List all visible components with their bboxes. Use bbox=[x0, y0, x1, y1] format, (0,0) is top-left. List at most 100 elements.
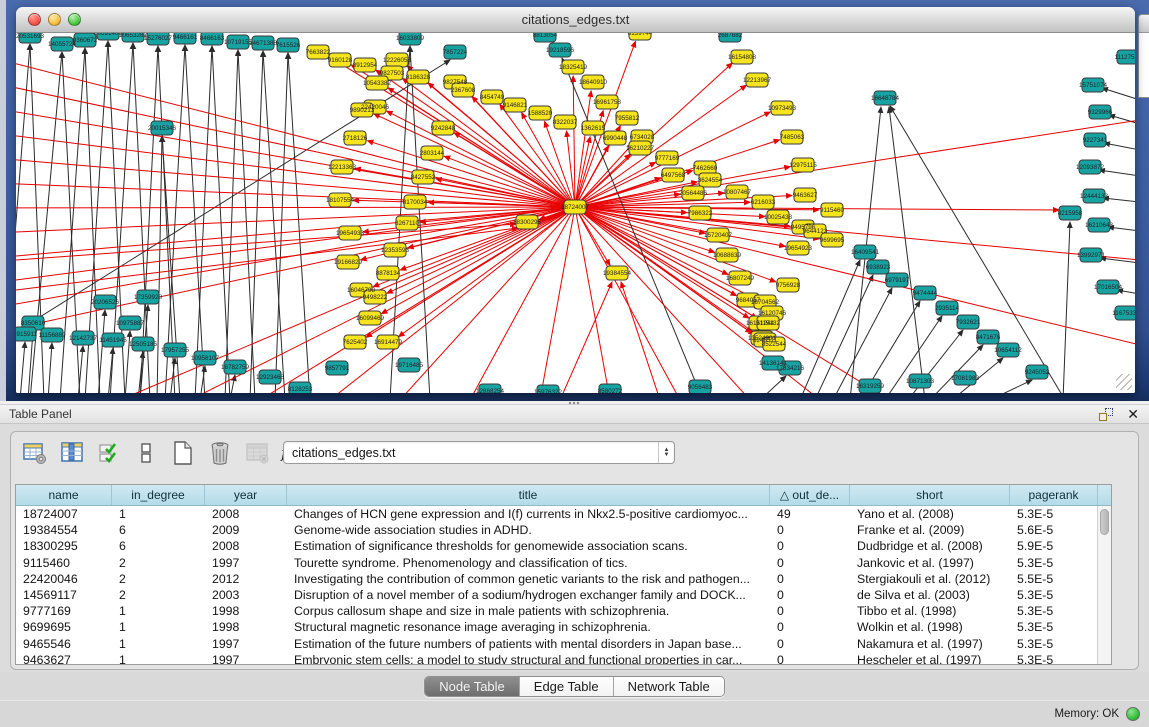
table-cell[interactable]: 2 bbox=[112, 587, 205, 603]
table-cell[interactable]: Dudbridge et al. (2008) bbox=[850, 538, 1010, 554]
graph-edge[interactable] bbox=[760, 376, 786, 393]
delete-button[interactable] bbox=[206, 439, 234, 467]
graph-edge[interactable] bbox=[454, 133, 575, 207]
merge-cells-button[interactable] bbox=[132, 439, 160, 467]
table-cell[interactable]: 18724007 bbox=[16, 506, 112, 522]
table-cell[interactable]: Nakamura et al. (1997) bbox=[850, 636, 1010, 652]
graph-edge[interactable] bbox=[930, 345, 983, 393]
network-canvas[interactable]: 2053169314055724936067220691406106532871… bbox=[16, 33, 1135, 393]
table-cell[interactable]: Franke et al. (2009) bbox=[850, 522, 1010, 538]
table-cell[interactable]: 1997 bbox=[205, 555, 287, 571]
table-row[interactable]: 1456911722003Disruption of a novel membe… bbox=[16, 587, 1111, 603]
tab-network-table[interactable]: Network Table bbox=[614, 677, 724, 696]
table-cell[interactable]: 5.6E-5 bbox=[1010, 522, 1098, 538]
table-cell[interactable]: 22420046 bbox=[16, 571, 112, 587]
graph-edge[interactable] bbox=[1104, 143, 1135, 150]
table-cell[interactable]: Tourette syndrome. Phenomenology and cla… bbox=[287, 555, 770, 571]
graph-edge[interactable] bbox=[16, 207, 575, 234]
table-cell[interactable]: 0 bbox=[770, 522, 850, 538]
scrollbar-thumb[interactable] bbox=[1100, 509, 1109, 535]
table-cell[interactable]: 2 bbox=[112, 571, 205, 587]
table-row[interactable]: 2242004622012Investigating the contribut… bbox=[16, 571, 1111, 587]
table-cell[interactable]: 49 bbox=[770, 506, 850, 522]
graph-edge[interactable] bbox=[1063, 222, 1070, 393]
table-cell[interactable]: de Silva et al. (2003) bbox=[850, 587, 1010, 603]
graph-edge[interactable] bbox=[575, 207, 680, 393]
table-cell[interactable]: 1 bbox=[112, 603, 205, 619]
table-cell[interactable]: 0 bbox=[770, 571, 850, 587]
graph-edge[interactable] bbox=[16, 224, 516, 260]
graph-edge[interactable] bbox=[157, 136, 162, 393]
table-cell[interactable]: 0 bbox=[770, 555, 850, 571]
table-cell[interactable]: 1 bbox=[112, 652, 205, 665]
column-header-year[interactable]: year bbox=[205, 485, 287, 505]
table-cell[interactable]: 0 bbox=[770, 619, 850, 635]
column-header-title[interactable]: title bbox=[287, 485, 770, 505]
table-cell[interactable]: 0 bbox=[770, 636, 850, 652]
tab-node-table[interactable]: Node Table bbox=[425, 677, 520, 696]
table-cell[interactable]: 14569117 bbox=[16, 587, 112, 603]
column-selector-button[interactable] bbox=[58, 439, 86, 467]
graph-edge[interactable] bbox=[185, 45, 205, 393]
table-cell[interactable]: 9465546 bbox=[16, 636, 112, 652]
window-titlebar[interactable]: citations_edges.txt bbox=[16, 7, 1135, 33]
column-header-name[interactable]: name bbox=[16, 485, 112, 505]
table-cell[interactable]: Hescheler et al. (1997) bbox=[850, 652, 1010, 665]
table-cell[interactable]: 5.9E-5 bbox=[1010, 538, 1098, 554]
table-cell[interactable]: 2 bbox=[112, 555, 205, 571]
table-cell[interactable]: 1 bbox=[112, 619, 205, 635]
table-cell[interactable]: Stergiakouli et al. (2012) bbox=[850, 571, 1010, 587]
table-row[interactable]: 977716911998Corpus callosum shape and si… bbox=[16, 603, 1111, 619]
table-row[interactable]: 969969511998Structural magnetic resonanc… bbox=[16, 619, 1111, 635]
select-rows-button[interactable] bbox=[95, 439, 123, 467]
float-panel-icon[interactable] bbox=[1099, 408, 1113, 421]
table-cell[interactable]: 1998 bbox=[205, 603, 287, 619]
table-row[interactable]: 946362711997Embryonic stem cells: a mode… bbox=[16, 652, 1111, 665]
graph-edge[interactable] bbox=[16, 207, 575, 208]
table-cell[interactable]: Estimation of significance thresholds fo… bbox=[287, 538, 770, 554]
table-cell[interactable]: 5.5E-5 bbox=[1010, 571, 1098, 587]
table-cell[interactable]: 2009 bbox=[205, 522, 287, 538]
table-cell[interactable]: 5.3E-5 bbox=[1010, 652, 1098, 665]
table-cell[interactable]: 2012 bbox=[205, 571, 287, 587]
table-cell[interactable]: 1997 bbox=[205, 636, 287, 652]
table-cell[interactable]: 9115460 bbox=[16, 555, 112, 571]
table-cell[interactable]: 6 bbox=[112, 522, 205, 538]
table-cell[interactable]: Changes of HCN gene expression and I(f) … bbox=[287, 506, 770, 522]
table-cell[interactable]: 19384554 bbox=[16, 522, 112, 538]
table-select-dropdown[interactable]: citations_edges.txt ▲▼ bbox=[283, 441, 675, 464]
table-settings-button[interactable] bbox=[21, 439, 49, 467]
window-resize-grip[interactable] bbox=[1116, 374, 1132, 390]
table-cell[interactable]: Embryonic stem cells: a model to study s… bbox=[287, 652, 770, 665]
graph-edge[interactable] bbox=[889, 107, 925, 393]
graph-edge[interactable] bbox=[575, 207, 610, 393]
table-cell[interactable]: Yano et al. (2008) bbox=[850, 506, 1010, 522]
table-cell[interactable]: 5.3E-5 bbox=[1010, 603, 1098, 619]
column-header-short[interactable]: short bbox=[850, 485, 1010, 505]
new-document-button[interactable] bbox=[169, 439, 197, 467]
column-header-out_de[interactable]: △ out_de... bbox=[770, 485, 850, 505]
table-cell[interactable]: 6 bbox=[112, 538, 205, 554]
graph-edge[interactable] bbox=[621, 282, 660, 393]
graph-edge[interactable] bbox=[890, 106, 1065, 393]
table-cell[interactable]: Investigating the contribution of common… bbox=[287, 571, 770, 587]
graph-edge[interactable] bbox=[833, 288, 892, 393]
table-row[interactable]: 946554611997Estimation of the future num… bbox=[16, 636, 1111, 652]
delete-table-button[interactable] bbox=[243, 439, 271, 467]
table-cell[interactable]: 0 bbox=[770, 587, 850, 603]
table-row[interactable]: 911546021997Tourette syndrome. Phenomeno… bbox=[16, 555, 1111, 571]
graph-edge[interactable] bbox=[444, 156, 575, 207]
table-cell[interactable]: 5.3E-5 bbox=[1010, 587, 1098, 603]
graph-edge[interactable] bbox=[800, 260, 860, 393]
table-row[interactable]: 1938455462009Genome-wide association stu… bbox=[16, 522, 1111, 538]
graph-edge[interactable] bbox=[540, 207, 575, 393]
table-cell[interactable]: 5.3E-5 bbox=[1010, 506, 1098, 522]
graph-edge[interactable] bbox=[98, 310, 105, 393]
citation-network-graph[interactable]: 2053169314055724936067220691406106532871… bbox=[16, 33, 1135, 393]
graph-edge[interactable] bbox=[225, 50, 238, 393]
table-cell[interactable]: 1997 bbox=[205, 652, 287, 665]
table-cell[interactable]: 1998 bbox=[205, 619, 287, 635]
table-cell[interactable]: Jankovic et al. (1997) bbox=[850, 555, 1010, 571]
table-cell[interactable]: 2003 bbox=[205, 587, 287, 603]
graph-edge[interactable] bbox=[48, 343, 52, 393]
